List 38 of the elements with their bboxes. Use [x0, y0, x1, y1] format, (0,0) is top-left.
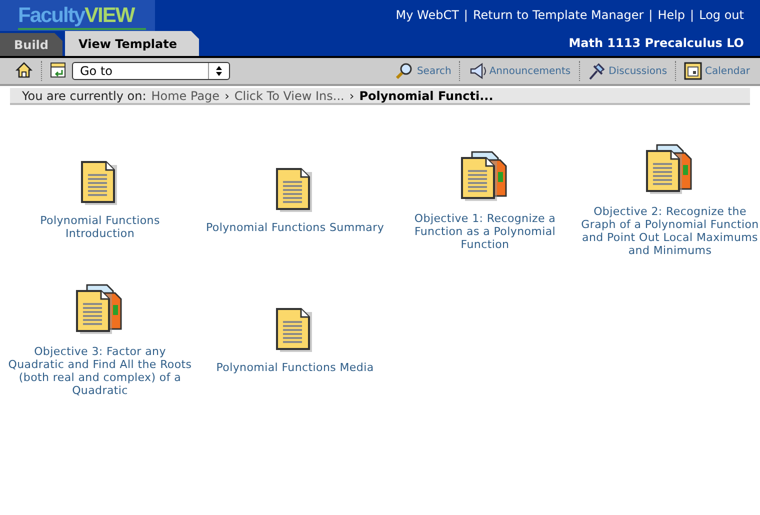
toolbar-link[interactable]: Announcements	[468, 62, 571, 80]
updown-arrow-icon	[215, 65, 223, 77]
search-icon	[396, 62, 414, 80]
content-link[interactable]: Polynomial Functions Introduction	[8, 214, 192, 240]
link-separator: |	[690, 8, 694, 24]
link-separator: |	[464, 8, 468, 24]
breadcrumb-link[interactable]: Click To View Ins...	[234, 88, 344, 102]
pushpin-icon	[588, 62, 606, 80]
goto-dropdown[interactable]: Go to	[72, 62, 230, 80]
toolbar-link[interactable]: Discussions	[588, 62, 668, 80]
faculty-view-logo: FacultyVIEW	[0, 0, 155, 31]
header-link[interactable]: Return to Template Manager	[472, 8, 644, 31]
document-icon	[275, 166, 315, 214]
content-link[interactable]: Objective 3: Factor any Quadratic and Find All the Roots (both real and complex) of a Quadratic	[8, 345, 192, 397]
calendar-icon	[684, 62, 702, 80]
content-link[interactable]: Polynomial Functions Media	[216, 360, 374, 374]
content-link[interactable]: Objective 2: Recognize the Graph of a Polynomial Function and Point Out Local Maximums and Minimums	[580, 205, 760, 257]
document-icon	[275, 306, 315, 354]
tab[interactable]: Build	[0, 33, 63, 56]
content-link[interactable]: Objective 1: Recognize a Function as a Polynomial Function	[392, 212, 578, 250]
document-icon	[80, 160, 120, 208]
toolbar-link[interactable]: Calendar	[684, 62, 750, 80]
breadcrumb-separator: ›	[349, 88, 354, 102]
course-title: Math 1113 Precalculus LO	[568, 36, 745, 52]
link-separator: |	[648, 8, 653, 24]
header-link[interactable]: Log out	[699, 8, 744, 31]
content-link[interactable]: Polynomial Functions Summary	[206, 220, 384, 234]
toolbar-link[interactable]: Search	[396, 62, 452, 80]
megaphone-icon	[468, 62, 486, 80]
breadcrumb-current: Polynomial Functi...	[359, 88, 494, 102]
header-link[interactable]: Help	[658, 8, 686, 31]
breadcrumb-separator: ›	[224, 88, 230, 102]
header-link[interactable]: My WebCT	[396, 8, 459, 31]
home-icon	[15, 60, 33, 78]
page-jump-icon	[50, 62, 66, 78]
breadcrumb-label: You are currently on:	[22, 88, 146, 102]
tab[interactable]: View Template	[64, 31, 200, 56]
breadcrumb-link[interactable]: Home Page	[151, 88, 220, 102]
